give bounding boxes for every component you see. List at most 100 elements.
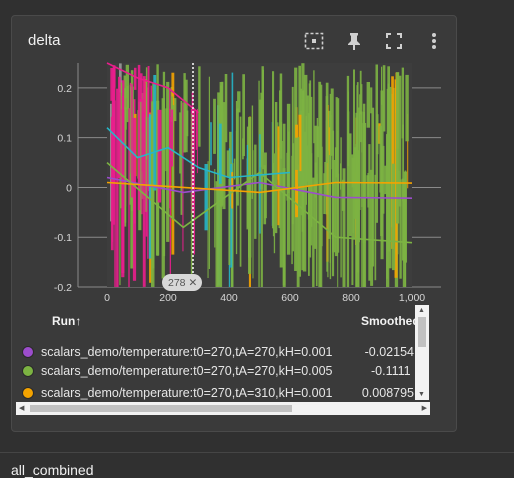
- noise-band: [134, 67, 137, 90]
- noise-band: [222, 102, 226, 210]
- noise-band: [332, 160, 336, 253]
- smoothed-value: -0.02154: [364, 344, 414, 359]
- scroll-left-icon[interactable]: ◀: [19, 405, 24, 412]
- smoothed-value: 0.008795: [361, 385, 414, 400]
- noise-band: [180, 100, 183, 215]
- noise-band: [169, 108, 171, 209]
- noise-band: [279, 122, 283, 149]
- scroll-down-icon[interactable]: ▼: [418, 391, 425, 398]
- noise-band: [118, 76, 121, 178]
- noise-band: [213, 98, 216, 154]
- vertical-scroll-thumb[interactable]: [418, 317, 426, 347]
- noise-band: [210, 122, 212, 166]
- next-card-title: all_combined: [11, 462, 94, 478]
- noise-band: [384, 165, 387, 195]
- scroll-right-icon[interactable]: ▶: [422, 405, 427, 412]
- noise-band: [242, 74, 245, 157]
- noise-band: [124, 88, 127, 223]
- y-tick-label: -0.2: [54, 282, 72, 294]
- y-tick-label: -0.1: [54, 232, 72, 244]
- run-column-header[interactable]: Run↑: [52, 314, 81, 328]
- noise-band: [126, 86, 129, 123]
- noise-band: [375, 64, 378, 223]
- noise-band: [301, 98, 304, 232]
- noise-band: [237, 91, 241, 113]
- noise-band: [274, 102, 278, 234]
- run-table: Run↑ Smoothed scalars_demo/temperature:t…: [16, 303, 430, 406]
- noise-band: [371, 107, 375, 267]
- noise-band: [220, 85, 223, 288]
- noise-band: [405, 74, 409, 142]
- noise-band: [251, 105, 254, 199]
- table-row[interactable]: scalars_demo/temperature:t0=270,tA=270,k…: [16, 341, 414, 362]
- noise-band: [228, 178, 231, 265]
- noise-band: [392, 163, 396, 271]
- noise-band: [340, 137, 342, 278]
- noise-band: [297, 136, 300, 184]
- y-tick-label: 0.2: [57, 83, 72, 95]
- vertical-scrollbar[interactable]: ▲ ▼: [415, 305, 429, 400]
- noise-band: [282, 123, 286, 286]
- noise-band: [398, 75, 402, 207]
- noise-band: [214, 169, 216, 248]
- noise-band: [368, 144, 371, 281]
- noise-band: [315, 173, 318, 287]
- noise-band: [185, 110, 189, 137]
- noise-band: [324, 162, 327, 197]
- noise-band: [132, 117, 137, 281]
- noise-band: [259, 134, 261, 234]
- horizontal-scroll-thumb[interactable]: [30, 405, 292, 412]
- noise-band: [142, 76, 146, 287]
- noise-band: [215, 181, 219, 287]
- noise-band: [294, 137, 298, 170]
- noise-band: [128, 108, 130, 287]
- noise-band: [142, 111, 145, 132]
- noise-band: [277, 126, 280, 226]
- noise-band: [182, 102, 184, 252]
- noise-band: [355, 144, 358, 287]
- noise-band: [340, 163, 342, 190]
- noise-band: [341, 179, 345, 211]
- table-row[interactable]: scalars_demo/temperature:t0=270,tA=270,k…: [16, 360, 414, 381]
- y-tick-label: 0.1: [57, 133, 72, 145]
- run-color-dot: [22, 345, 34, 358]
- noise-band: [153, 75, 157, 191]
- noise-band: [335, 97, 338, 178]
- noise-band: [204, 164, 208, 231]
- noise-band: [110, 68, 113, 101]
- noise-band: [359, 70, 362, 115]
- noise-band: [362, 103, 366, 244]
- horizontal-scrollbar[interactable]: ◀ ▶: [16, 402, 430, 415]
- noise-band: [171, 109, 174, 167]
- noise-band: [357, 150, 360, 287]
- y-tick-label: 0: [66, 182, 72, 194]
- hover-step-chip[interactable]: 278 ✕: [162, 274, 203, 291]
- run-name: scalars_demo/temperature:t0=270,tA=310,k…: [41, 385, 333, 400]
- noise-band: [366, 175, 370, 198]
- smoothed-column-header[interactable]: Smoothed: [361, 314, 420, 328]
- noise-band: [147, 90, 149, 259]
- noise-band: [196, 108, 198, 174]
- noise-band: [382, 65, 386, 132]
- noise-band: [260, 173, 263, 287]
- noise-band: [208, 76, 210, 269]
- line-chart[interactable]: 0.20.10-0.1-0.2 0 200 400 600 800 1,000: [0, 0, 514, 310]
- noise-band: [366, 82, 370, 128]
- hover-step-label: 278: [168, 276, 186, 289]
- noise-band: [402, 181, 406, 287]
- noise-band: [291, 155, 293, 265]
- noise-band: [312, 177, 315, 287]
- noise-band: [386, 136, 388, 279]
- section-divider: [0, 452, 514, 453]
- noise-band: [287, 131, 290, 193]
- run-color-dot: [22, 364, 34, 377]
- close-icon[interactable]: ✕: [189, 277, 198, 289]
- run-color-dot: [22, 386, 34, 399]
- table-row[interactable]: scalars_demo/temperature:t0=270,tA=310,k…: [16, 382, 414, 403]
- noise-band: [235, 101, 238, 194]
- noise-band: [329, 93, 332, 280]
- noise-band: [121, 109, 125, 274]
- noise-band: [327, 150, 329, 278]
- noise-band: [165, 108, 168, 172]
- scroll-up-icon[interactable]: ▲: [418, 307, 425, 314]
